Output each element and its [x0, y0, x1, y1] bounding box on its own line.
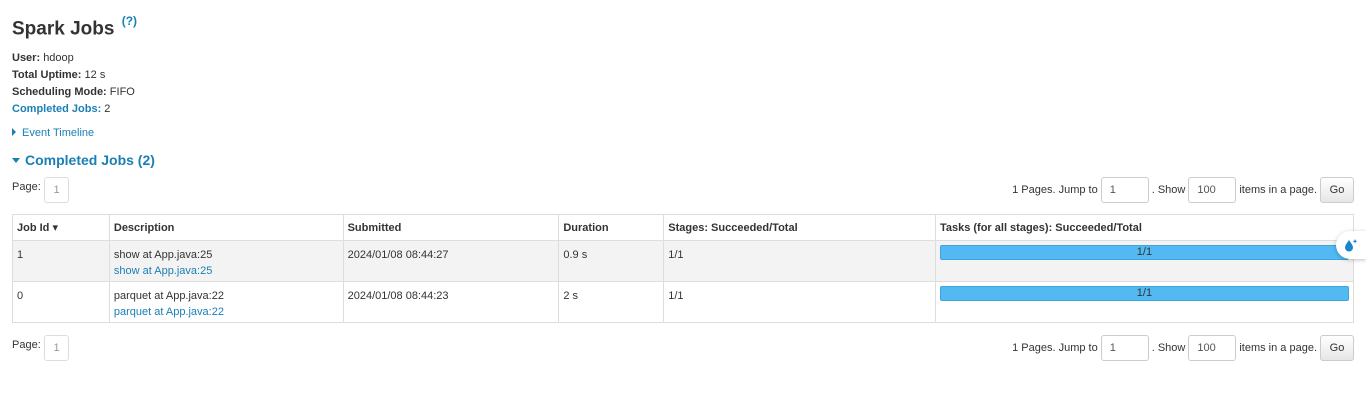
completed-jobs-table: Job Id ▾ Description Submitted Duration … — [12, 214, 1355, 323]
page-title-text: Spark Jobs — [12, 18, 115, 40]
column-header-duration[interactable]: Duration — [558, 214, 665, 241]
page-size-input[interactable] — [1188, 335, 1237, 361]
job-details-link[interactable]: parquet at App.java:22 — [114, 306, 224, 318]
duration-cell: 2 s — [558, 281, 665, 323]
duration-cell: 0.9 s — [558, 240, 665, 282]
tasks-cell: 1/1 — [934, 281, 1355, 323]
user-label: User: — [12, 52, 41, 64]
caret-down-icon — [12, 157, 20, 163]
column-header-stages[interactable]: Stages: Succeeded/Total — [663, 214, 936, 241]
show-text: . Show — [1151, 184, 1186, 196]
tasks-cell: 1/1 — [934, 240, 1355, 282]
uptime-value: 12 s — [84, 69, 106, 81]
page-size-input[interactable] — [1188, 177, 1237, 203]
pager-top: Page: 1 1 Pages. Jump to . Show items in… — [12, 177, 1354, 203]
description-cell: parquet at App.java:22 parquet at App.ja… — [108, 281, 344, 323]
pager-controls: 1 Pages. Jump to . Show items in a page.… — [1012, 177, 1354, 203]
completed-jobs-count: 2 — [104, 103, 111, 115]
completed-jobs-link[interactable]: Completed Jobs: — [12, 103, 101, 115]
go-button[interactable]: Go — [1320, 177, 1354, 203]
column-header-tasks[interactable]: Tasks (for all stages): Succeeded/Total — [934, 214, 1355, 241]
user-value: hdoop — [43, 52, 74, 64]
job-id-cell: 0 — [12, 281, 110, 323]
pages-jump-text: 1 Pages. Jump to — [1012, 342, 1098, 354]
event-timeline-label: Event Timeline — [22, 127, 95, 139]
show-text: . Show — [1151, 342, 1186, 354]
uptime-label: Total Uptime: — [12, 69, 82, 81]
tasks-progress-bar: 1/1 — [939, 245, 1349, 260]
job-summary: User: hdoop Total Uptime: 12 s Schedulin… — [12, 50, 135, 118]
event-timeline-toggle[interactable]: Event Timeline — [12, 127, 94, 139]
page-title: Spark Jobs (?) — [12, 14, 137, 40]
droplet-sparkle-icon[interactable] — [1336, 231, 1366, 259]
caret-right-icon — [12, 128, 16, 137]
description-text: show at App.java:25 — [113, 249, 213, 261]
page-label: Page: — [12, 339, 41, 351]
scheduling-mode-label: Scheduling Mode: — [12, 86, 107, 98]
description-text: parquet at App.java:22 — [113, 290, 224, 302]
go-button[interactable]: Go — [1320, 335, 1354, 361]
job-id-cell: 1 — [12, 240, 110, 282]
job-details-link[interactable]: show at App.java:25 — [114, 265, 212, 277]
column-header-description[interactable]: Description — [108, 214, 344, 241]
pages-jump-text: 1 Pages. Jump to — [1012, 184, 1098, 196]
items-in-page-text: items in a page. — [1239, 342, 1317, 354]
progress-label: 1/1 — [1136, 287, 1153, 299]
page-label: Page: — [12, 181, 41, 193]
help-link[interactable]: (?) — [122, 14, 137, 28]
pager-bottom: Page: 1 1 Pages. Jump to . Show items in… — [12, 335, 1354, 361]
column-header-submitted[interactable]: Submitted — [342, 214, 560, 241]
stages-cell: 1/1 — [663, 240, 936, 282]
submitted-cell: 2024/01/08 08:44:23 — [342, 281, 560, 323]
table-row: 0 parquet at App.java:22 parquet at App.… — [12, 281, 1355, 323]
column-header-job-id[interactable]: Job Id ▾ — [12, 214, 110, 241]
completed-jobs-heading: Completed Jobs (2) — [25, 152, 155, 168]
completed-jobs-section-toggle[interactable]: Completed Jobs (2) — [12, 152, 155, 168]
tasks-progress-bar: 1/1 — [939, 286, 1349, 301]
pager-controls: 1 Pages. Jump to . Show items in a page.… — [1012, 335, 1354, 361]
jump-to-page-input[interactable] — [1100, 335, 1149, 361]
page-number-button[interactable]: 1 — [44, 177, 69, 203]
droplet-icon — [1345, 239, 1358, 252]
table-row: 1 show at App.java:25 show at App.java:2… — [12, 240, 1355, 282]
description-cell: show at App.java:25 show at App.java:25 — [108, 240, 344, 282]
table-header-row: Job Id ▾ Description Submitted Duration … — [12, 214, 1355, 241]
page-number-button[interactable]: 1 — [44, 335, 69, 361]
stages-cell: 1/1 — [663, 281, 936, 323]
submitted-cell: 2024/01/08 08:44:27 — [342, 240, 560, 282]
progress-label: 1/1 — [1136, 246, 1153, 258]
jump-to-page-input[interactable] — [1100, 177, 1149, 203]
items-in-page-text: items in a page. — [1239, 184, 1317, 196]
scheduling-mode-value: FIFO — [109, 86, 135, 98]
